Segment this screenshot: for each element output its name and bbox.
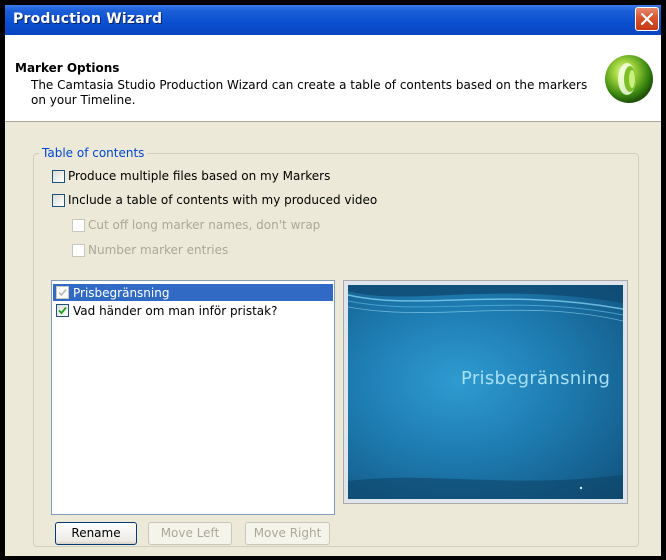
option-label: Number marker entries (88, 243, 229, 257)
checkbox[interactable] (56, 286, 69, 299)
marker-label: Vad händer om man inför pristak? (73, 303, 278, 318)
checkbox[interactable] (52, 193, 65, 207)
option-cut-off-names[interactable]: Cut off long marker names, don't wrap (72, 218, 320, 232)
rename-button[interactable]: Rename (55, 522, 137, 545)
checkbox[interactable] (72, 243, 85, 257)
option-label: Include a table of contents with my prod… (68, 193, 378, 207)
option-include-toc[interactable]: Include a table of contents with my prod… (52, 193, 377, 207)
marker-preview: Prisbegränsning (343, 280, 628, 504)
checkbox[interactable] (72, 218, 85, 232)
camtasia-logo-icon (603, 53, 655, 105)
slide-preview: Prisbegränsning (348, 285, 623, 499)
option-produce-multiple-files[interactable]: Produce multiple files based on my Marke… (52, 169, 330, 183)
page-title: Marker Options (15, 61, 120, 75)
window-title: Production Wizard (13, 11, 163, 27)
option-label: Produce multiple files based on my Marke… (68, 169, 331, 183)
page-description: The Camtasia Studio Production Wizard ca… (31, 78, 588, 107)
checkbox[interactable] (52, 169, 65, 183)
marker-list[interactable]: Prisbegränsning Vad händer om man inför … (51, 280, 335, 515)
list-item[interactable]: Prisbegränsning (53, 284, 333, 301)
title-bar[interactable]: Production Wizard (5, 5, 661, 35)
checkbox[interactable] (56, 304, 69, 317)
header-panel: Marker Options The Camtasia Studio Produ… (5, 35, 661, 122)
list-item[interactable]: Vad händer om man inför pristak? (53, 302, 333, 319)
move-right-button[interactable]: Move Right (245, 522, 330, 545)
group-label: Table of contents (39, 146, 148, 160)
move-left-button[interactable]: Move Left (148, 522, 232, 545)
production-wizard-window: Production Wizard Marker Options The Cam… (5, 5, 661, 556)
check-icon (58, 306, 67, 315)
marker-label: Prisbegränsning (73, 285, 170, 300)
slide-title: Prisbegränsning (461, 368, 611, 389)
check-icon (58, 288, 67, 297)
screenshot-frame: Production Wizard Marker Options The Cam… (0, 0, 666, 560)
option-label: Cut off long marker names, don't wrap (88, 218, 321, 232)
option-number-entries[interactable]: Number marker entries (72, 243, 228, 257)
close-button[interactable] (635, 7, 659, 31)
slide-waves-decoration (348, 285, 623, 499)
